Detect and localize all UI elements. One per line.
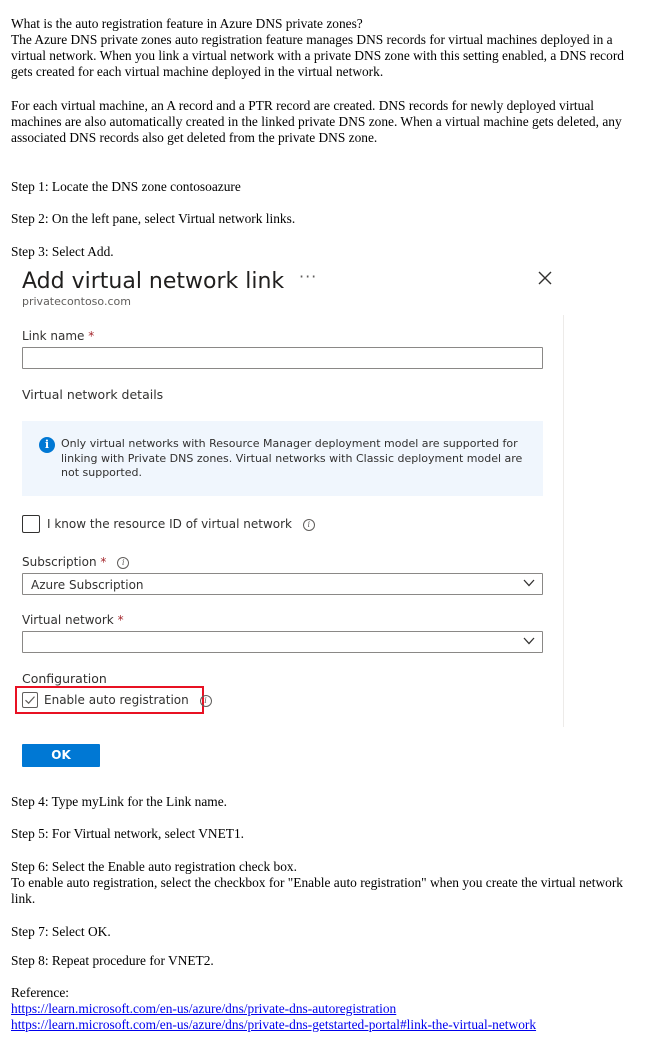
- know-resource-id-text: I know the resource ID of virtual networ…: [47, 517, 292, 531]
- close-icon[interactable]: [535, 268, 555, 288]
- enable-auto-registration-label: Enable auto registration i: [44, 692, 212, 708]
- panel-divider: [563, 315, 564, 727]
- step-8: Step 8: Repeat procedure for VNET2.: [11, 953, 214, 968]
- reference-link-1[interactable]: https://learn.microsoft.com/en-us/azure/…: [11, 1001, 641, 1017]
- step-4: Step 4: Type myLink for the Link name.: [11, 794, 228, 809]
- subscription-dropdown[interactable]: Azure Subscription: [22, 573, 543, 595]
- checkmark-icon: [25, 696, 35, 705]
- info-tooltip-icon[interactable]: i: [117, 557, 130, 569]
- required-asterisk: *: [100, 555, 107, 569]
- reference-section: Reference: https://learn.microsoft.com/e…: [11, 985, 641, 1033]
- step-5: Step 5: For Virtual network, select VNET…: [11, 826, 245, 841]
- intro-paragraph-1: The Azure DNS private zones auto registr…: [11, 32, 624, 79]
- virtual-network-label-text: Virtual network: [22, 613, 114, 627]
- chevron-down-icon: [523, 637, 535, 645]
- link-name-input[interactable]: [22, 347, 543, 369]
- ok-button[interactable]: OK: [22, 744, 100, 767]
- info-message-bar: i Only virtual networks with Resource Ma…: [22, 421, 543, 496]
- info-icon: i: [39, 437, 55, 453]
- chevron-down-icon: [523, 579, 535, 587]
- link-name-label: Link name *: [22, 328, 94, 344]
- step-1: Step 1: Locate the DNS zone contosoazure: [11, 179, 241, 194]
- step-2: Step 2: On the left pane, select Virtual…: [11, 211, 296, 226]
- virtual-network-dropdown[interactable]: [22, 631, 543, 653]
- reference-label: Reference:: [11, 985, 69, 1000]
- enable-auto-registration-text: Enable auto registration: [44, 693, 189, 707]
- more-options-icon[interactable]: ···: [299, 269, 317, 285]
- step-6-section: Step 6: Select the Enable auto registrat…: [11, 859, 641, 907]
- intro-section: What is the auto registration feature in…: [11, 16, 641, 80]
- link-name-label-text: Link name: [22, 329, 85, 343]
- step-6-detail: To enable auto registration, select the …: [11, 875, 623, 906]
- know-resource-id-checkbox[interactable]: [22, 515, 40, 533]
- know-resource-id-label: I know the resource ID of virtual networ…: [47, 516, 315, 532]
- add-virtual-network-link-panel: Add virtual network link ··· privatecont…: [11, 261, 566, 777]
- step-3: Step 3: Select Add.: [11, 244, 114, 259]
- info-tooltip-icon[interactable]: i: [302, 519, 315, 531]
- virtual-network-details-heading: Virtual network details: [22, 387, 164, 402]
- step-6: Step 6: Select the Enable auto registrat…: [11, 859, 297, 874]
- enable-auto-registration-checkbox[interactable]: [22, 692, 38, 708]
- intro-question: What is the auto registration feature in…: [11, 16, 363, 31]
- intro-paragraph-2: For each virtual machine, an A record an…: [11, 98, 622, 145]
- reference-link-2[interactable]: https://learn.microsoft.com/en-us/azure/…: [11, 1017, 641, 1033]
- zone-subtitle: privatecontoso.com: [22, 295, 131, 308]
- subscription-label-text: Subscription: [22, 555, 97, 569]
- step-7: Step 7: Select OK.: [11, 924, 111, 939]
- subscription-label: Subscription * i: [22, 554, 130, 570]
- panel-title: Add virtual network link: [22, 269, 285, 294]
- info-message-text: Only virtual networks with Resource Mana…: [61, 437, 523, 479]
- subscription-value: Azure Subscription: [31, 578, 144, 592]
- required-asterisk: *: [88, 329, 95, 343]
- virtual-network-label: Virtual network *: [22, 612, 124, 628]
- required-asterisk: *: [117, 613, 124, 627]
- info-tooltip-icon[interactable]: i: [199, 695, 212, 707]
- configuration-heading: Configuration: [22, 671, 107, 686]
